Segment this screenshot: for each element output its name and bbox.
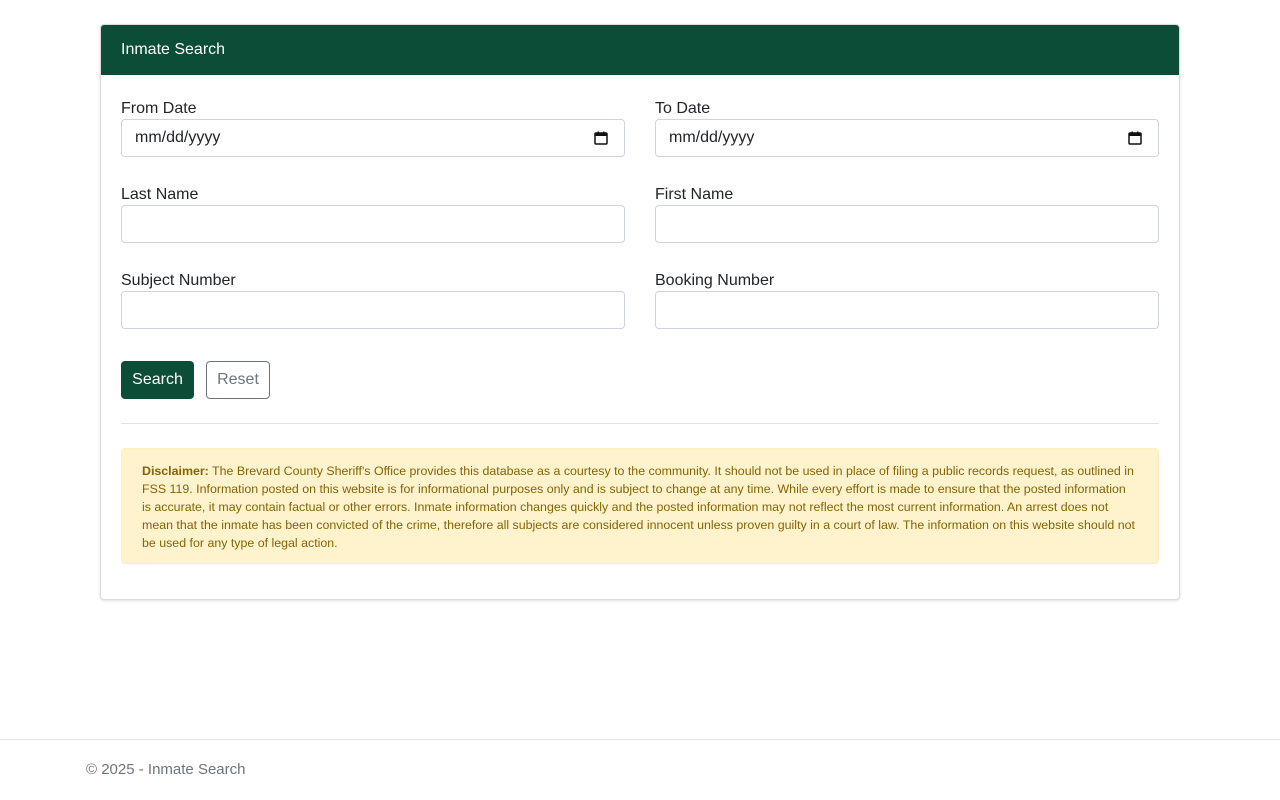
- disclaimer-alert: Disclaimer: The Brevard County Sheriff's…: [121, 448, 1159, 564]
- form-divider: [121, 423, 1159, 424]
- from-date-group: From Date mm/dd/yyyy: [121, 99, 625, 157]
- reset-button[interactable]: Reset: [206, 361, 270, 399]
- subject-number-input[interactable]: [121, 291, 625, 329]
- to-date-group: To Date mm/dd/yyyy: [655, 99, 1159, 157]
- from-date-input[interactable]: mm/dd/yyyy: [121, 119, 625, 157]
- booking-number-input[interactable]: [655, 291, 1159, 329]
- to-date-label: To Date: [655, 100, 711, 117]
- to-date-placeholder: mm/dd/yyyy: [669, 129, 755, 146]
- booking-number-group: Booking Number: [655, 271, 1159, 329]
- last-name-input[interactable]: [121, 205, 625, 243]
- subject-number-group: Subject Number: [121, 271, 625, 329]
- card-header: Inmate Search: [101, 25, 1179, 75]
- page-title: Inmate Search: [121, 41, 226, 58]
- disclaimer-text: The Brevard County Sheriff's Office prov…: [142, 464, 1135, 550]
- first-name-group: First Name: [655, 185, 1159, 243]
- footer-copyright: © 2025 - Inmate Search: [86, 761, 246, 778]
- last-name-label: Last Name: [121, 186, 199, 203]
- calendar-icon[interactable]: [594, 131, 608, 145]
- first-name-input[interactable]: [655, 205, 1159, 243]
- search-button[interactable]: Search: [121, 361, 194, 399]
- footer-divider: [0, 739, 1280, 740]
- subject-number-label: Subject Number: [121, 272, 236, 289]
- booking-number-label: Booking Number: [655, 272, 775, 289]
- from-date-placeholder: mm/dd/yyyy: [135, 129, 221, 146]
- from-date-label: From Date: [121, 100, 197, 117]
- to-date-input[interactable]: mm/dd/yyyy: [655, 119, 1159, 157]
- last-name-group: Last Name: [121, 185, 625, 243]
- first-name-label: First Name: [655, 186, 734, 203]
- disclaimer-heading: Disclaimer:: [142, 464, 209, 478]
- inmate-search-card: Inmate Search From Date mm/dd/yyyy To Da…: [100, 24, 1180, 600]
- calendar-icon[interactable]: [1128, 131, 1142, 145]
